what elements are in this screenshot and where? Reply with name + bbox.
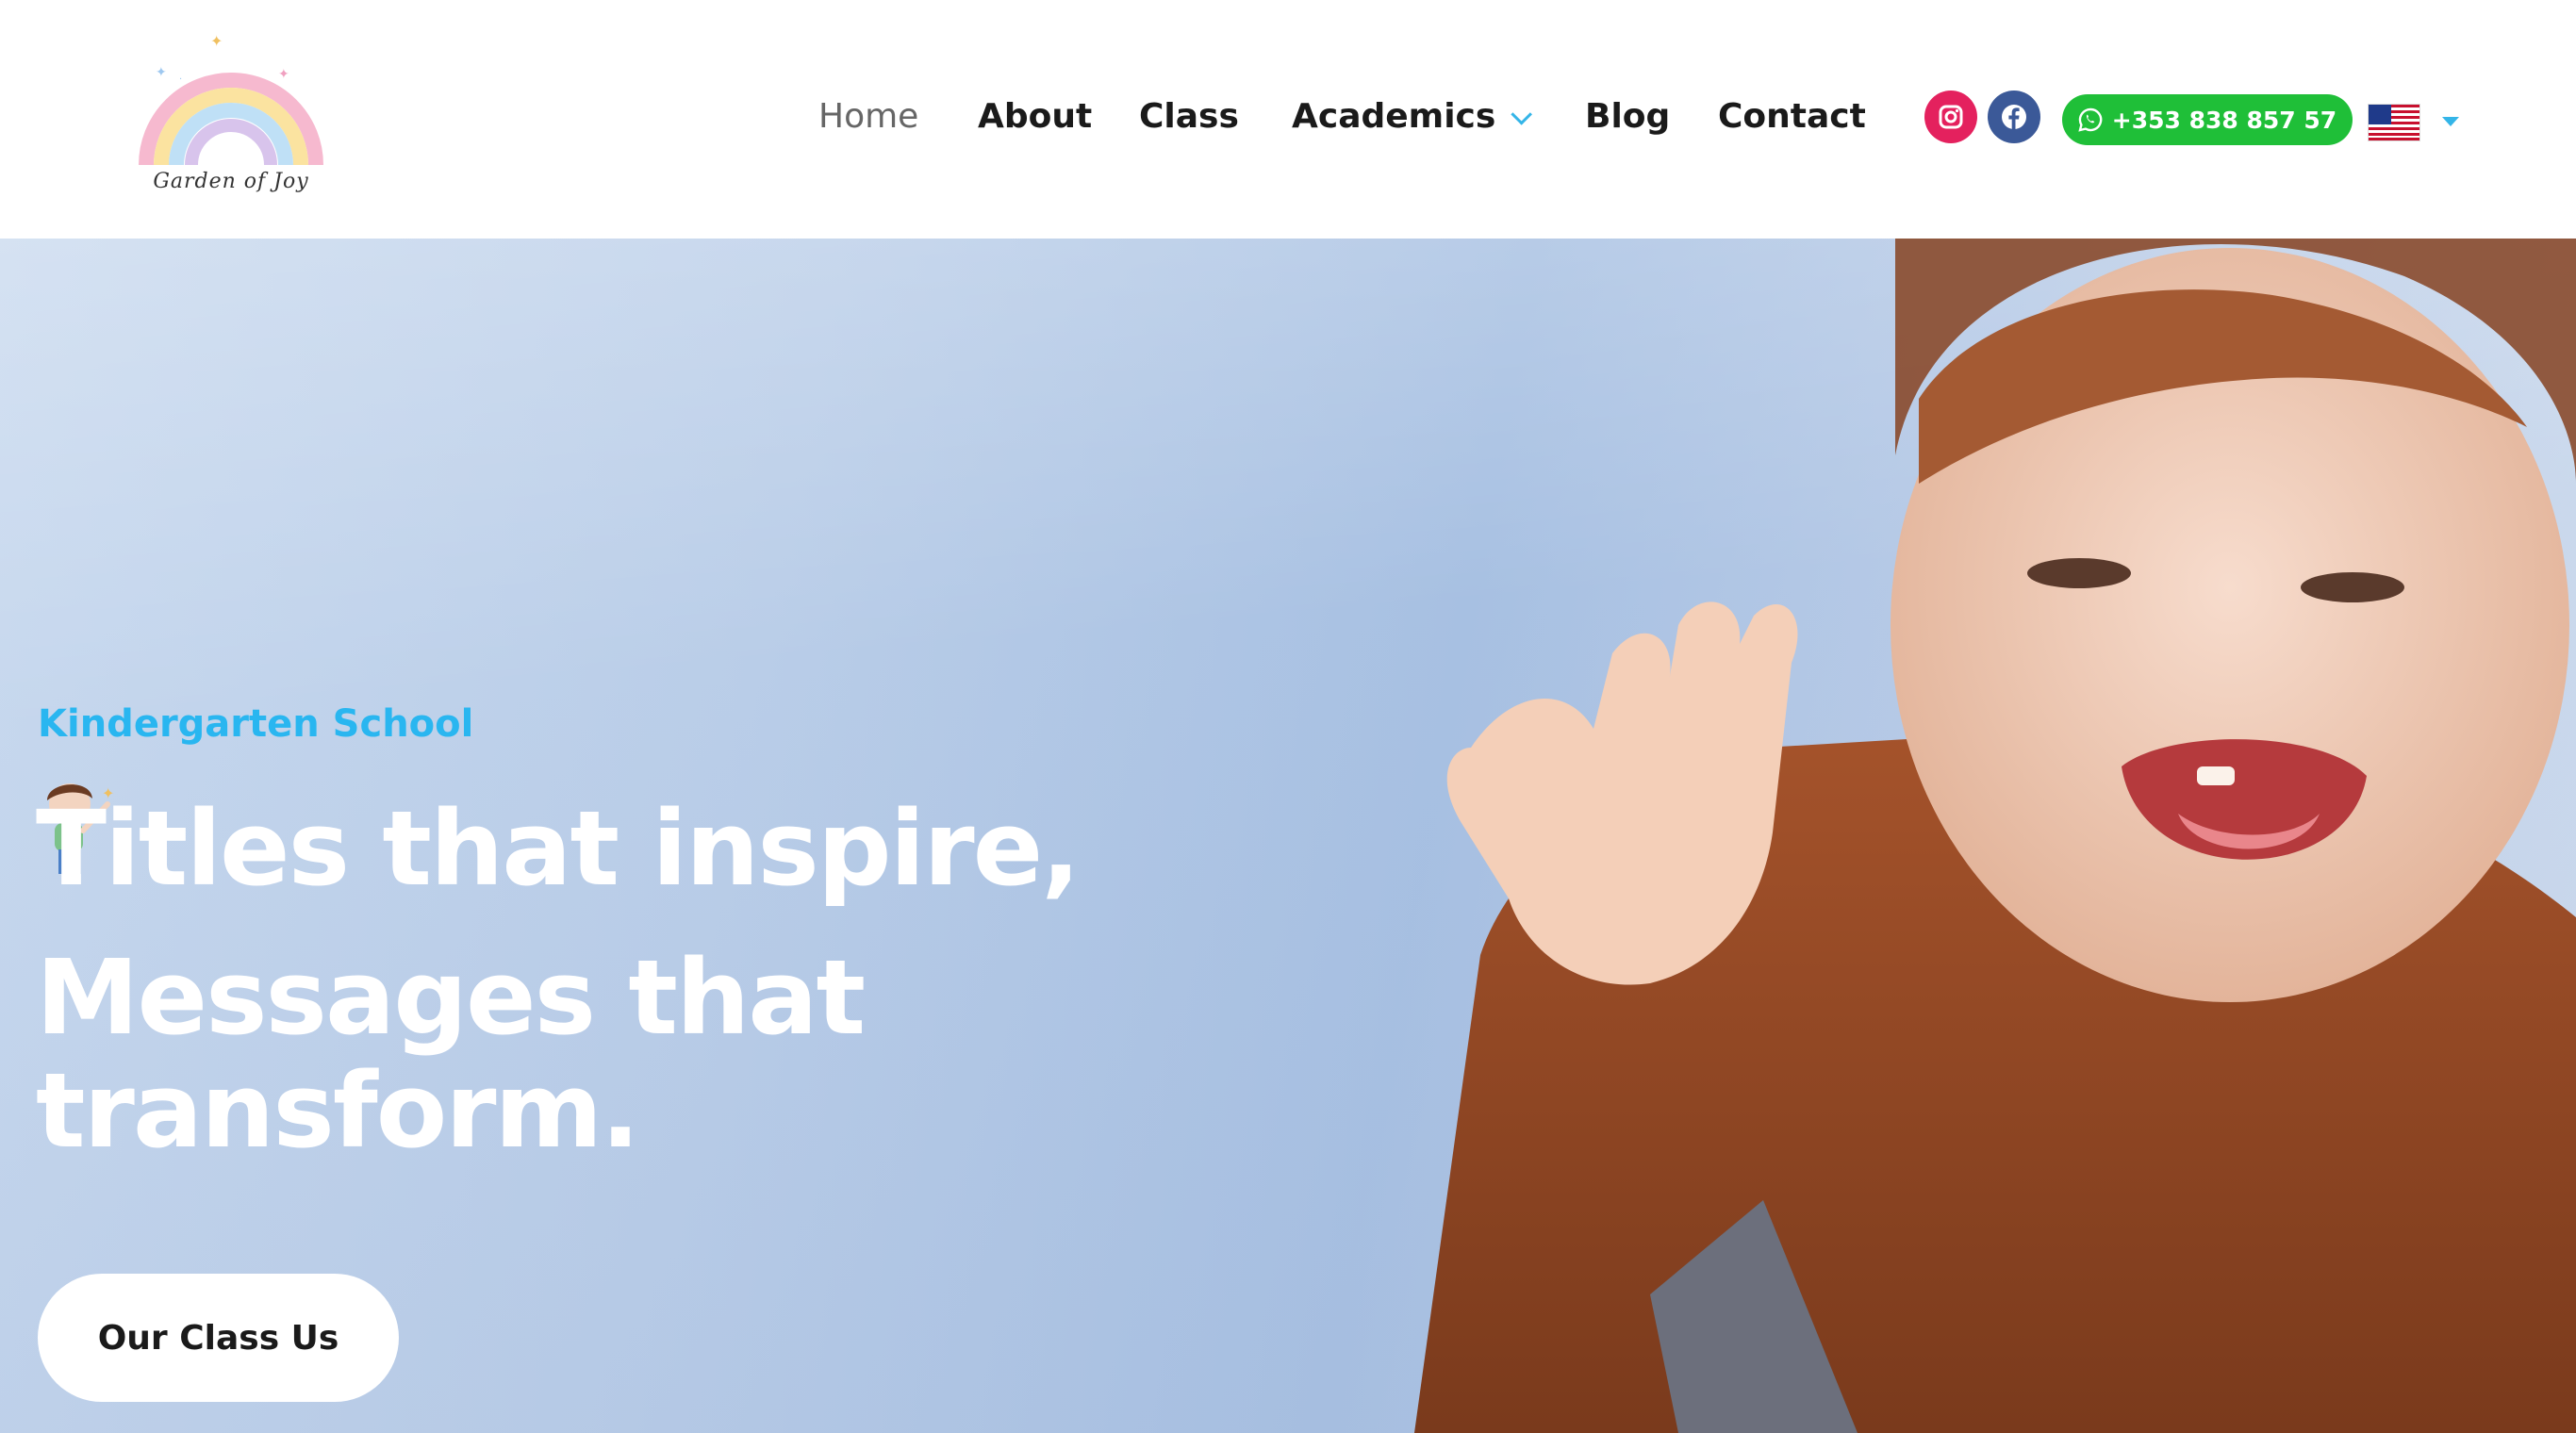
rainbow-logo-icon: ✦ ✦ ✦ ·: [139, 32, 323, 166]
language-dropdown-caret-icon[interactable]: [2442, 117, 2459, 126]
hero-banner: ✦ Kindergarten School Titles that inspir…: [0, 239, 2576, 1433]
svg-text:·: ·: [179, 74, 182, 85]
site-header: ✦ ✦ ✦ · Garden of Joy Home About Class A…: [0, 0, 2576, 239]
svg-text:✦: ✦: [210, 32, 223, 50]
nav-about[interactable]: About: [978, 92, 1092, 141]
whatsapp-button[interactable]: +353 838 857 57: [2062, 94, 2353, 145]
baby-photo: [1414, 239, 2576, 1433]
logo-text: Garden of Joy: [153, 170, 309, 193]
whatsapp-number: +353 838 857 57: [2111, 106, 2337, 134]
hero-kicker: Kindergarten School: [38, 702, 474, 746]
us-flag-icon[interactable]: [2369, 105, 2419, 140]
nav-home[interactable]: Home: [818, 92, 918, 141]
nav-blog[interactable]: Blog: [1585, 92, 1670, 141]
chevron-down-icon: [1511, 104, 1533, 125]
instagram-icon: [1939, 105, 1963, 129]
facebook-icon: [2002, 105, 2026, 129]
our-class-button[interactable]: Our Class Us: [38, 1274, 399, 1402]
nav-academics-label: Academics: [1292, 97, 1496, 136]
hero-title-line2: Messages that transform.: [36, 937, 866, 1171]
svg-text:✦: ✦: [278, 67, 289, 82]
garden-of-joy-logo[interactable]: ✦ ✦ ✦ · Garden of Joy: [137, 24, 325, 212]
nav-contact[interactable]: Contact: [1718, 92, 1866, 141]
instagram-button[interactable]: [1924, 91, 1977, 143]
whatsapp-icon: [2078, 107, 2103, 132]
svg-text:✦: ✦: [156, 65, 167, 80]
us-flag-graphic: [2369, 105, 2419, 140]
nav-class[interactable]: Class: [1139, 92, 1239, 141]
facebook-button[interactable]: [1988, 91, 2040, 143]
hero-title-line1: Titles that inspire,: [36, 788, 1081, 909]
nav-academics[interactable]: Academics: [1292, 92, 1533, 141]
